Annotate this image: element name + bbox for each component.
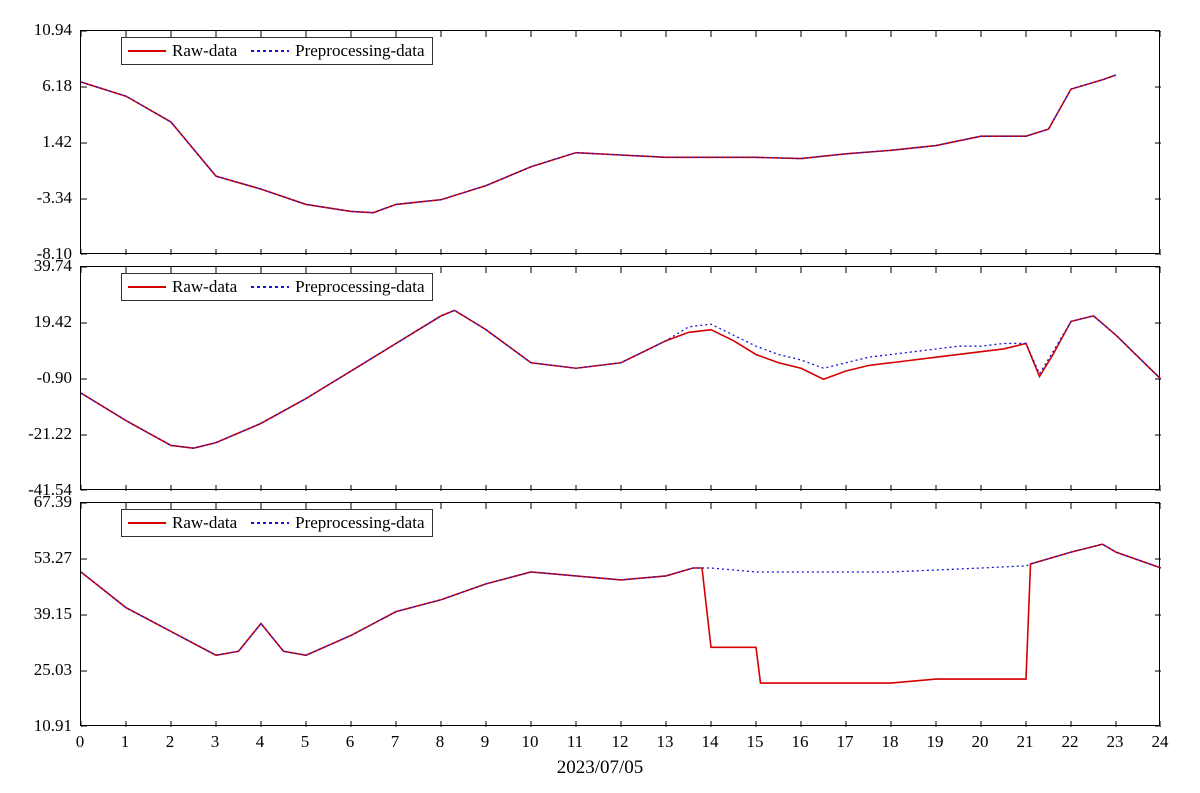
x-tick-label: 24: [1152, 732, 1169, 752]
x-axis-label: 2023/07/05: [557, 757, 644, 779]
x-tick-label: 2: [166, 732, 175, 752]
legend-swatch-raw: [128, 50, 166, 52]
x-tick-label: 8: [436, 732, 445, 752]
legend-swatch-proc: [251, 522, 289, 524]
x-tick-label: 21: [1017, 732, 1034, 752]
legend-swatch-raw: [128, 522, 166, 524]
x-tick-label: 13: [657, 732, 674, 752]
legend-D: Raw-data Preprocessing-data: [121, 37, 433, 65]
y-tick-label: 1.42: [12, 132, 72, 152]
x-tick-label: 19: [927, 732, 944, 752]
legend-label-raw: Raw-data: [172, 41, 237, 61]
legend-label-proc: Preprocessing-data: [295, 513, 424, 533]
x-tick-label: 14: [702, 732, 719, 752]
legend-label-proc: Preprocessing-data: [295, 277, 424, 297]
y-tick-label: 53.27: [12, 548, 72, 568]
y-tick-label: 6.18: [12, 76, 72, 96]
x-tick-label: 6: [346, 732, 355, 752]
legend-entry-raw: Raw-data: [128, 41, 237, 61]
panel-H: Raw-data Preprocessing-data: [80, 266, 1160, 490]
y-tick-label: 25.03: [12, 660, 72, 680]
x-tick-label: 11: [567, 732, 583, 752]
y-tick-label: -21.22: [12, 424, 72, 444]
x-tick-label: 0: [76, 732, 85, 752]
x-tick-label: 4: [256, 732, 265, 752]
x-tick-label: 10: [522, 732, 539, 752]
series-H-raw: [81, 310, 1161, 448]
legend-label-raw: Raw-data: [172, 277, 237, 297]
legend-entry-proc: Preprocessing-data: [251, 277, 424, 297]
x-tick-label: 7: [391, 732, 400, 752]
series-D-raw: [81, 75, 1116, 213]
series-H-proc: [81, 310, 1161, 448]
x-tick-label: 3: [211, 732, 220, 752]
x-tick-label: 18: [882, 732, 899, 752]
legend-entry-proc: Preprocessing-data: [251, 513, 424, 533]
legend-Z: Raw-data Preprocessing-data: [121, 509, 433, 537]
legend-H: Raw-data Preprocessing-data: [121, 273, 433, 301]
legend-swatch-proc: [251, 50, 289, 52]
series-D-proc: [81, 75, 1116, 213]
legend-label-raw: Raw-data: [172, 513, 237, 533]
legend-entry-raw: Raw-data: [128, 513, 237, 533]
x-tick-label: 17: [837, 732, 854, 752]
y-tick-label: 10.94: [12, 20, 72, 40]
x-tick-label: 12: [612, 732, 629, 752]
y-tick-label: 19.42: [12, 312, 72, 332]
y-tick-label: 67.39: [12, 492, 72, 512]
legend-entry-proc: Preprocessing-data: [251, 41, 424, 61]
x-tick-label: 9: [481, 732, 490, 752]
panel-D: Raw-data Preprocessing-data: [80, 30, 1160, 254]
y-tick-label: 39.74: [12, 256, 72, 276]
y-tick-label: -0.90: [12, 368, 72, 388]
series-Z-raw: [81, 544, 1161, 683]
panel-Z: Raw-data Preprocessing-data: [80, 502, 1160, 726]
legend-swatch-raw: [128, 286, 166, 288]
y-tick-label: 10.91: [12, 716, 72, 736]
legend-entry-raw: Raw-data: [128, 277, 237, 297]
x-tick-label: 1: [121, 732, 130, 752]
y-tick-label: 39.15: [12, 604, 72, 624]
y-tick-label: -3.34: [12, 188, 72, 208]
legend-swatch-proc: [251, 286, 289, 288]
x-tick-label: 16: [792, 732, 809, 752]
x-tick-label: 5: [301, 732, 310, 752]
x-tick-label: 15: [747, 732, 764, 752]
x-tick-label: 23: [1107, 732, 1124, 752]
x-tick-label: 20: [972, 732, 989, 752]
figure: Raw-data Preprocessing-data Raw-data Pre…: [0, 0, 1200, 793]
series-Z-proc: [81, 544, 1161, 655]
x-tick-label: 22: [1062, 732, 1079, 752]
legend-label-proc: Preprocessing-data: [295, 41, 424, 61]
